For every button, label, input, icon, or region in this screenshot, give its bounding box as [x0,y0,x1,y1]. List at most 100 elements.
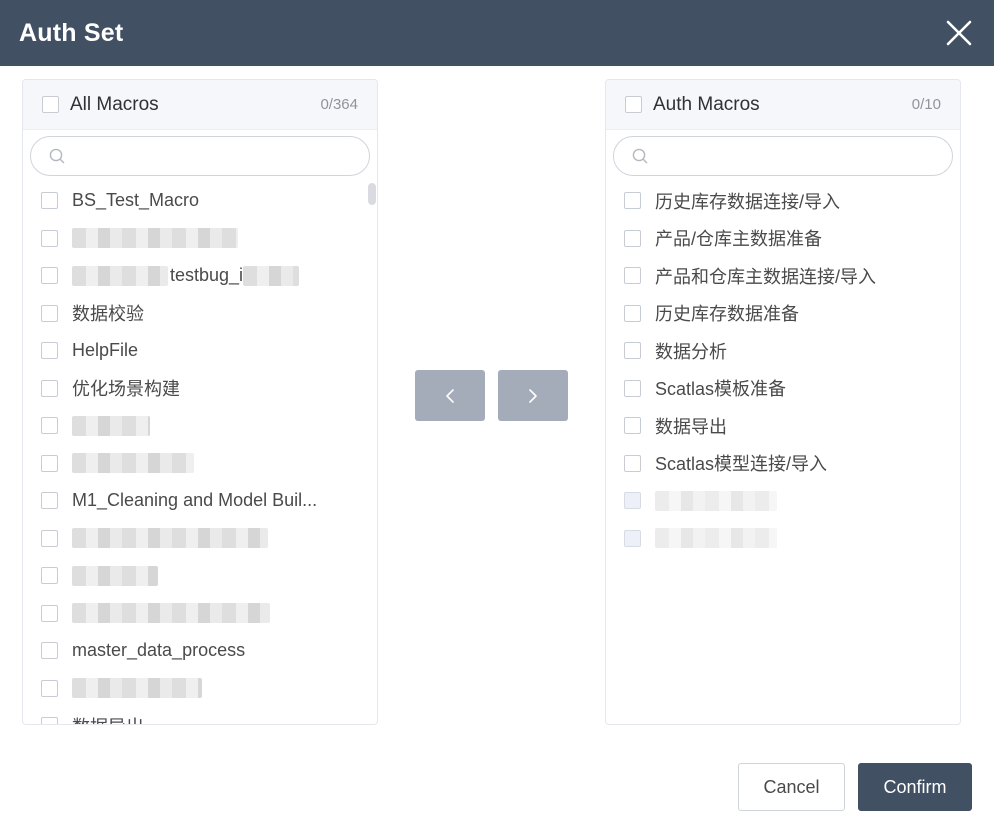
item-label: 数据导出 [655,416,727,437]
item-checkbox[interactable] [624,342,641,360]
move-left-button[interactable] [415,370,485,421]
list-item[interactable]: HelpFile [23,332,377,370]
list-item[interactable]: Scatlas模板准备 [606,370,960,408]
search-icon [632,148,648,164]
item-label: 优化场景构建 [72,379,180,400]
all-macros-count: 0/364 [320,96,358,113]
item-checkbox[interactable] [41,529,58,547]
list-item[interactable]: 历史库存数据准备 [606,295,960,333]
item-checkbox-disabled [624,529,641,547]
item-label: 历史库存数据准备 [655,304,799,325]
all-macros-title: All Macros [70,93,159,115]
item-label: 历史库存数据连接/导入 [655,191,840,212]
redacted-label [655,490,777,511]
item-label: 数据分析 [655,341,727,362]
list-item[interactable]: BS_Test_Macro [23,182,377,220]
list-item-disabled [606,520,960,558]
item-checkbox-disabled [624,492,641,510]
item-checkbox[interactable] [41,192,58,210]
dialog-header: Auth Set [0,0,994,66]
auth-macros-panel: Auth Macros 0/10 历史库存数据连接/导入 产品/仓库主数据准备 … [605,79,961,725]
item-checkbox[interactable] [41,567,58,585]
auth-macros-search[interactable] [613,136,953,176]
list-item[interactable]: testbug_i [23,257,377,295]
item-checkbox[interactable] [624,267,641,285]
select-all-auth-checkbox[interactable] [625,96,642,113]
redacted-label [72,453,194,474]
item-checkbox[interactable] [41,492,58,510]
redacted-label [72,265,168,286]
list-item[interactable]: 数据校验 [23,295,377,333]
item-checkbox[interactable] [41,379,58,397]
chevron-left-icon [446,388,454,403]
item-checkbox[interactable] [41,304,58,322]
select-all-macros-checkbox[interactable] [42,96,59,113]
item-checkbox[interactable] [624,454,641,472]
item-checkbox[interactable] [624,417,641,435]
item-checkbox[interactable] [624,304,641,322]
item-checkbox[interactable] [41,417,58,435]
item-checkbox[interactable] [41,717,58,724]
redacted-label [72,228,238,249]
auth-macros-list: 历史库存数据连接/导入 产品/仓库主数据准备 产品和仓库主数据连接/导入 历史库… [606,182,960,557]
all-macros-list: BS_Test_Macro testbug_i 数据校验 HelpFile 优化… [23,182,377,724]
item-label: HelpFile [72,340,139,361]
redacted-label [72,603,270,624]
cancel-button[interactable]: Cancel [738,763,845,811]
list-item[interactable] [23,595,377,633]
item-label: testbug_i [170,265,244,286]
list-item[interactable] [23,557,377,595]
auth-macros-header: Auth Macros 0/10 [606,80,960,130]
list-item[interactable] [23,407,377,445]
list-item[interactable]: 数据导出 [606,407,960,445]
item-checkbox[interactable] [41,679,58,697]
item-label: 数据校验 [72,304,144,325]
list-item[interactable]: master_data_process [23,632,377,670]
list-item[interactable]: 产品/仓库主数据准备 [606,220,960,258]
list-item[interactable]: 产品和仓库主数据连接/导入 [606,257,960,295]
item-label: BS_Test_Macro [72,190,200,211]
close-button[interactable] [942,16,976,50]
all-macros-header: All Macros 0/364 [23,80,377,130]
item-checkbox[interactable] [624,192,641,210]
list-item[interactable] [23,445,377,483]
item-checkbox[interactable] [41,267,58,285]
list-item[interactable]: Scatlas模型连接/导入 [606,445,960,483]
redacted-label [72,528,268,549]
auth-macros-title: Auth Macros [653,93,760,115]
all-macros-search[interactable] [30,136,370,176]
item-label: 产品/仓库主数据准备 [655,229,823,250]
item-checkbox[interactable] [41,229,58,247]
item-label: Scatlas模板准备 [655,379,787,400]
item-checkbox[interactable] [41,342,58,360]
item-checkbox[interactable] [41,642,58,660]
auth-macros-count: 0/10 [911,96,941,113]
item-label: M1_Cleaning and Model Buil... [72,490,318,511]
list-item[interactable] [23,520,377,558]
all-macros-panel: All Macros 0/364 BS_Test_Macro testbug_i… [22,79,378,725]
list-item-disabled [606,482,960,520]
list-item[interactable]: 数据导出 [23,707,377,724]
redacted-label [72,678,202,699]
list-item[interactable]: 数据分析 [606,332,960,370]
redacted-label [72,565,158,586]
item-checkbox[interactable] [624,379,641,397]
item-checkbox[interactable] [41,454,58,472]
item-label: Scatlas模型连接/导入 [655,454,828,475]
item-label: 产品和仓库主数据连接/导入 [655,266,876,287]
scrollbar-thumb[interactable] [368,183,376,205]
list-item[interactable]: 历史库存数据连接/导入 [606,182,960,220]
redacted-label [655,528,777,549]
redacted-label [72,415,150,436]
item-checkbox[interactable] [624,229,641,247]
list-item[interactable]: M1_Cleaning and Model Buil... [23,482,377,520]
all-macros-search-input[interactable] [72,138,369,174]
list-item[interactable]: 优化场景构建 [23,370,377,408]
item-checkbox[interactable] [41,604,58,622]
confirm-button[interactable]: Confirm [858,763,972,811]
list-item[interactable] [23,220,377,258]
list-item[interactable] [23,670,377,708]
move-right-button[interactable] [498,370,568,421]
auth-macros-search-input[interactable] [655,138,952,174]
chevron-right-icon [529,388,537,403]
